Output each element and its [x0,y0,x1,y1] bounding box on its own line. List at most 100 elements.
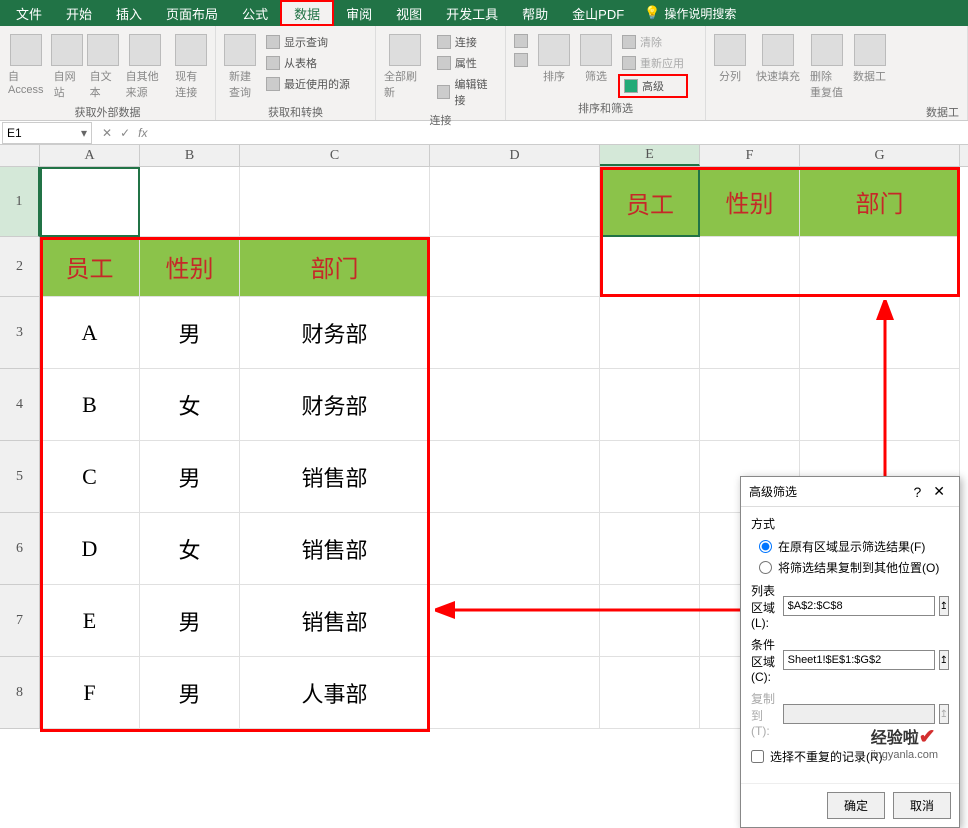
list-range-picker[interactable]: ↥ [939,596,949,616]
cell-D6[interactable] [430,513,600,585]
cell-C6[interactable]: 销售部 [240,513,430,585]
cell-B7[interactable]: 男 [140,585,240,657]
cell-G1[interactable]: 部门 [800,167,960,237]
dialog-close-button[interactable]: ✕ [927,483,951,500]
btn-sort[interactable]: 排序 [534,32,574,86]
btn-refresh[interactable]: 全部刷新 [380,32,431,102]
cell-A1[interactable] [40,167,140,237]
tab-review[interactable]: 审阅 [334,0,384,26]
row-header-7[interactable]: 7 [0,585,40,657]
cell-D5[interactable] [430,441,600,513]
btn-removedupe[interactable]: 删除 重复值 [806,32,847,102]
fx-icon[interactable]: fx [138,126,147,140]
cell-A8[interactable]: F [40,657,140,729]
col-header-F[interactable]: F [700,145,800,166]
btn-fromtable[interactable]: 从表格 [262,53,354,73]
tab-file[interactable]: 文件 [4,0,54,26]
cell-C2[interactable]: 部门 [240,237,430,297]
cell-E8[interactable] [600,657,700,729]
btn-texttocol[interactable]: 分列 [710,32,750,86]
cell-A2[interactable]: 员工 [40,237,140,297]
cell-C8[interactable]: 人事部 [240,657,430,729]
dialog-help-button[interactable]: ? [907,484,927,500]
btn-clear[interactable]: 清除 [618,32,688,52]
cell-C4[interactable]: 财务部 [240,369,430,441]
cell-E4[interactable] [600,369,700,441]
tab-insert[interactable]: 插入 [104,0,154,26]
col-header-C[interactable]: C [240,145,430,166]
cell-C1[interactable] [240,167,430,237]
dialog-radio-inplace[interactable]: 在原有区域显示筛选结果(F) [759,538,949,555]
col-header-G[interactable]: G [800,145,960,166]
cell-F3[interactable] [700,297,800,369]
cell-D8[interactable] [430,657,600,729]
btn-showquery[interactable]: 显示查询 [262,32,354,52]
cell-B5[interactable]: 男 [140,441,240,513]
cell-G2[interactable] [800,237,960,297]
cell-E3[interactable] [600,297,700,369]
btn-other[interactable]: 自其他来源 [122,32,170,102]
tab-pagelayout[interactable]: 页面布局 [154,0,230,26]
chevron-down-icon[interactable]: ▾ [81,126,87,140]
criteria-range-picker[interactable]: ↥ [939,650,949,670]
col-header-E[interactable]: E [600,145,700,166]
cell-F4[interactable] [700,369,800,441]
tab-developer[interactable]: 开发工具 [434,0,510,26]
row-header-8[interactable]: 8 [0,657,40,729]
radio-copy-input[interactable] [759,561,772,574]
cancel-icon[interactable]: ✕ [102,126,112,140]
dialog-cancel-button[interactable]: 取消 [893,792,951,819]
col-header-B[interactable]: B [140,145,240,166]
cell-B6[interactable]: 女 [140,513,240,585]
row-header-6[interactable]: 6 [0,513,40,585]
row-header-4[interactable]: 4 [0,369,40,441]
tab-wps[interactable]: 金山PDF [560,0,636,26]
btn-reapply[interactable]: 重新应用 [618,53,688,73]
btn-recent[interactable]: 最近使用的源 [262,74,354,94]
btn-text[interactable]: 自文本 [86,32,120,102]
row-header-3[interactable]: 3 [0,297,40,369]
row-header-1[interactable]: 1 [0,167,40,237]
cell-E1[interactable]: 员工 [600,167,700,237]
cell-A5[interactable]: C [40,441,140,513]
btn-access[interactable]: 自 Access [4,32,48,98]
cell-B1[interactable] [140,167,240,237]
btn-prop[interactable]: 属性 [433,53,501,73]
confirm-icon[interactable]: ✓ [120,126,130,140]
btn-flashfill[interactable]: 快速填充 [752,32,804,86]
col-header-A[interactable]: A [40,145,140,166]
cell-E5[interactable] [600,441,700,513]
cell-A4[interactable]: B [40,369,140,441]
btn-datavalid[interactable]: 数据工 [849,32,890,86]
tab-help[interactable]: 帮助 [510,0,560,26]
col-header-D[interactable]: D [430,145,600,166]
cell-C3[interactable]: 财务部 [240,297,430,369]
criteria-range-input[interactable] [783,650,935,670]
btn-sort-desc[interactable] [510,51,532,69]
cell-C7[interactable]: 销售部 [240,585,430,657]
cell-B2[interactable]: 性别 [140,237,240,297]
select-all-corner[interactable] [0,145,40,166]
btn-editlink[interactable]: 编辑链接 [433,74,501,110]
cell-B4[interactable]: 女 [140,369,240,441]
btn-existing[interactable]: 现有连接 [171,32,211,102]
dialog-ok-button[interactable]: 确定 [827,792,885,819]
btn-sort-asc[interactable] [510,32,532,50]
radio-inplace-input[interactable] [759,540,772,553]
tab-data[interactable]: 数据 [280,0,334,26]
cell-E6[interactable] [600,513,700,585]
cell-E2[interactable] [600,237,700,297]
cell-A6[interactable]: D [40,513,140,585]
btn-conn[interactable]: 连接 [433,32,501,52]
unique-records-checkbox[interactable] [751,750,764,763]
tab-view[interactable]: 视图 [384,0,434,26]
cell-E7[interactable] [600,585,700,657]
tab-formulas[interactable]: 公式 [230,0,280,26]
tab-home[interactable]: 开始 [54,0,104,26]
dialog-radio-copy[interactable]: 将筛选结果复制到其他位置(O) [759,559,949,576]
cell-C5[interactable]: 销售部 [240,441,430,513]
cell-D1[interactable] [430,167,600,237]
cell-D2[interactable] [430,237,600,297]
cell-F2[interactable] [700,237,800,297]
row-header-5[interactable]: 5 [0,441,40,513]
